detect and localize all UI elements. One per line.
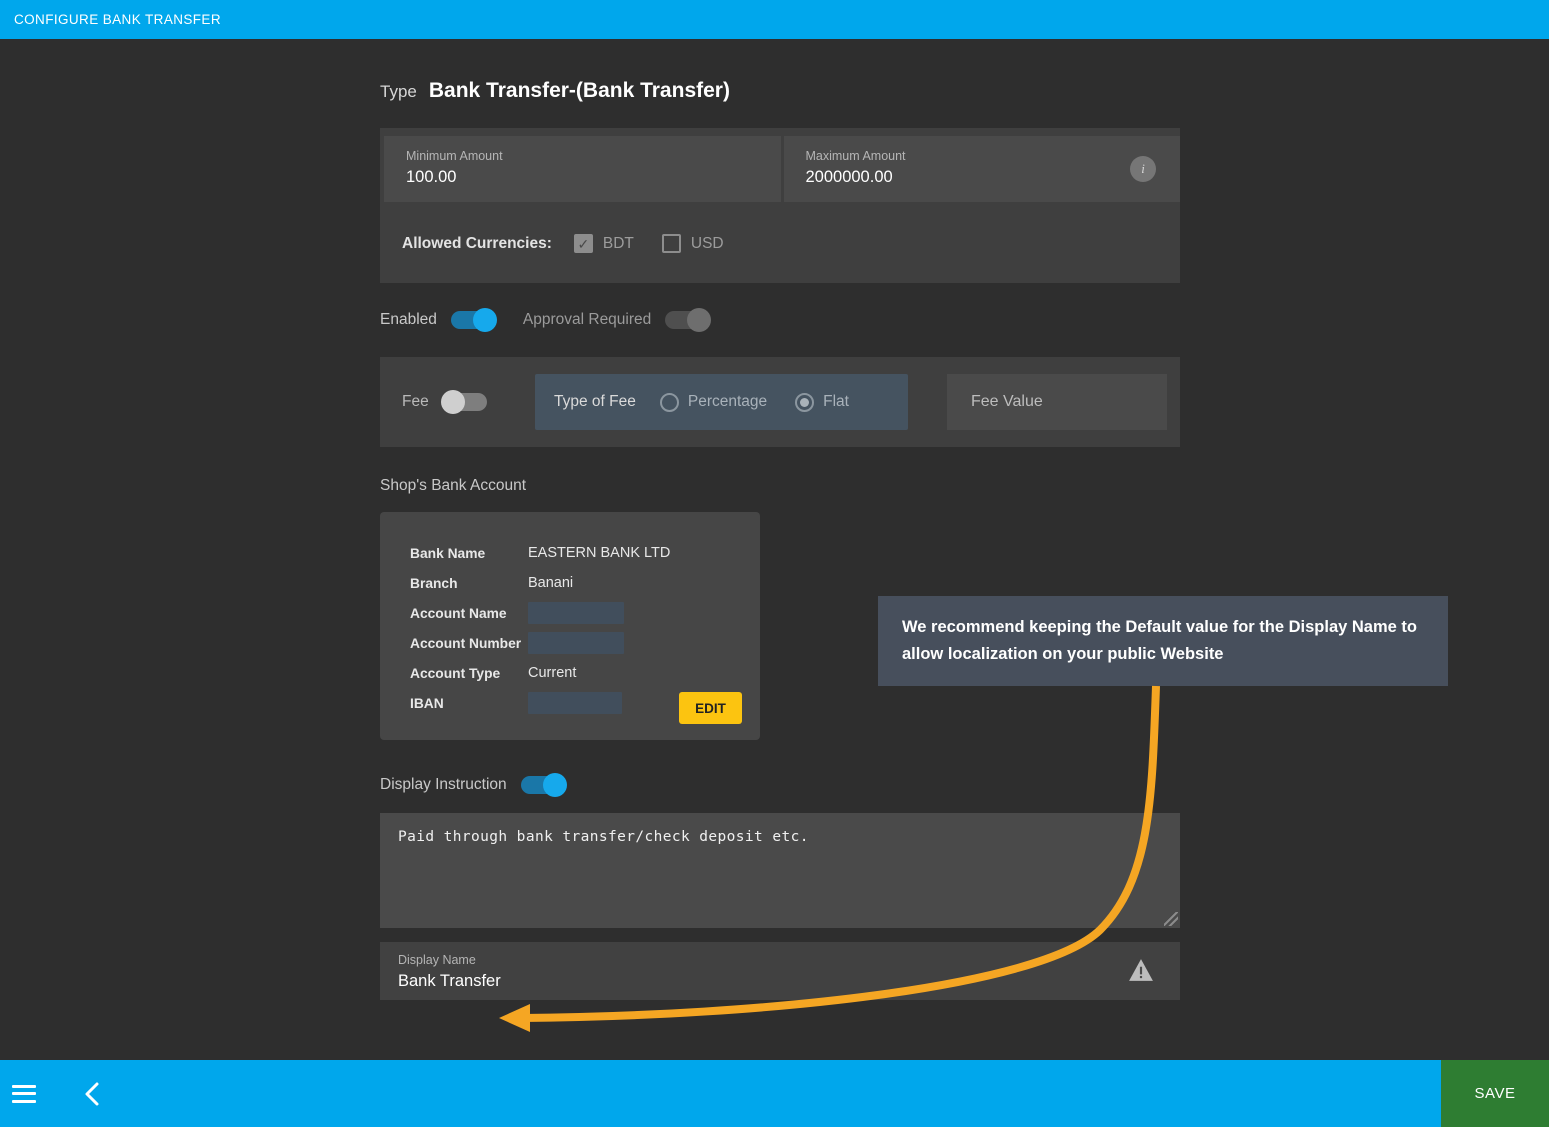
fee-label: Fee xyxy=(402,393,429,410)
hamburger-icon[interactable] xyxy=(12,1084,36,1103)
status-toggles-row: Enabled Approval Required xyxy=(380,308,1180,332)
amount-row: Minimum Amount 100.00 Maximum Amount 200… xyxy=(380,128,1180,202)
bank-name-value: EASTERN BANK LTD xyxy=(528,545,671,561)
checkbox-icon-checked[interactable]: ✓ xyxy=(573,234,593,253)
enabled-toggle[interactable] xyxy=(450,308,497,332)
table-row: Bank Name EASTERN BANK LTD xyxy=(380,538,760,568)
account-number-key: Account Number xyxy=(410,635,522,651)
account-name-key: Account Name xyxy=(410,605,507,621)
approval-required-label: Approval Required xyxy=(522,311,652,328)
fee-toggle[interactable] xyxy=(440,390,487,414)
bottom-toolbar: SAVE xyxy=(0,1060,1549,1127)
radio-icon-unselected[interactable] xyxy=(659,392,679,412)
edit-button[interactable]: EDIT xyxy=(679,692,742,724)
radio-label-flat: Flat xyxy=(823,393,849,410)
allowed-currencies-row: Allowed Currencies: ✓ BDT USD xyxy=(380,202,1180,283)
textarea-resize-handle[interactable] xyxy=(1164,912,1178,926)
fee-panel: Fee Type of Fee Percentage Flat Fee Valu… xyxy=(380,357,1180,447)
save-button[interactable]: SAVE xyxy=(1441,1060,1549,1127)
info-icon[interactable]: i xyxy=(1130,156,1156,182)
approval-required-toggle-knob xyxy=(687,308,712,332)
fee-value-placeholder: Fee Value xyxy=(971,393,1043,410)
allowed-currencies-label: Allowed Currencies: xyxy=(402,234,552,252)
radio-flat[interactable]: Flat xyxy=(795,392,849,412)
enabled-toggle-knob xyxy=(472,308,497,332)
minimum-amount-value: 100.00 xyxy=(406,168,457,186)
currency-checkbox-bdt[interactable]: ✓ BDT xyxy=(573,234,634,253)
window-title-bar: CONFIGURE BANK TRANSFER xyxy=(0,0,1549,39)
branch-value: Banani xyxy=(528,575,574,591)
currency-label-bdt: BDT xyxy=(602,234,634,252)
type-of-fee-label: Type of Fee xyxy=(554,393,636,410)
callout-tooltip: We recommend keeping the Default value f… xyxy=(878,596,1448,686)
branch-key: Branch xyxy=(410,575,458,591)
shops-bank-account-label: Shop's Bank Account xyxy=(380,477,527,494)
maximum-amount-label: Maximum Amount xyxy=(805,149,906,163)
display-instruction-text: Paid through bank transfer/check deposit… xyxy=(398,829,809,845)
bank-account-card: Bank Name EASTERN BANK LTD Branch Banani… xyxy=(380,512,760,740)
form-scroll-area: Type Bank Transfer-(Bank Transfer) Minim… xyxy=(0,39,1549,1072)
chevron-left-icon[interactable] xyxy=(81,1080,103,1108)
fee-value-field[interactable]: Fee Value xyxy=(947,374,1167,430)
table-row: Account Number xyxy=(380,628,760,658)
enabled-label: Enabled xyxy=(380,311,437,328)
account-type-key: Account Type xyxy=(410,665,501,681)
maximum-amount-value: 2000000.00 xyxy=(805,168,893,186)
callout-text: We recommend keeping the Default value f… xyxy=(902,618,1417,663)
display-instruction-textarea[interactable]: Paid through bank transfer/check deposit… xyxy=(380,813,1180,928)
minimum-amount-label: Minimum Amount xyxy=(406,149,503,163)
type-value: Bank Transfer-(Bank Transfer) xyxy=(428,79,730,102)
maximum-amount-field[interactable]: Maximum Amount 2000000.00 i xyxy=(783,136,1180,202)
checkbox-icon-unchecked[interactable] xyxy=(661,234,681,253)
display-name-field[interactable]: Display Name Bank Transfer xyxy=(380,942,1180,1000)
display-name-label: Display Name xyxy=(398,953,476,967)
warning-triangle-icon xyxy=(1129,959,1153,981)
radio-percentage[interactable]: Percentage xyxy=(659,392,768,412)
amounts-panel: Minimum Amount 100.00 Maximum Amount 200… xyxy=(380,128,1180,283)
form-column: Type Bank Transfer-(Bank Transfer) Minim… xyxy=(380,39,1180,1000)
bank-name-key: Bank Name xyxy=(410,545,486,561)
radio-icon-selected[interactable] xyxy=(795,392,815,412)
currency-checkbox-usd[interactable]: USD xyxy=(661,234,724,253)
type-row: Type Bank Transfer-(Bank Transfer) xyxy=(380,39,1180,103)
display-name-value: Bank Transfer xyxy=(398,972,501,990)
iban-key: IBAN xyxy=(410,695,444,711)
fee-toggle-knob xyxy=(440,390,465,414)
account-type-value: Current xyxy=(528,665,577,681)
display-instruction-label: Display Instruction xyxy=(380,776,507,793)
type-label: Type xyxy=(380,82,417,101)
radio-label-percentage: Percentage xyxy=(687,393,768,410)
account-name-redacted-value xyxy=(528,602,624,624)
currency-label-usd: USD xyxy=(690,234,724,252)
radio-dot xyxy=(800,397,810,407)
minimum-amount-field[interactable]: Minimum Amount 100.00 xyxy=(384,136,781,202)
table-row: Branch Banani xyxy=(380,568,760,598)
approval-required-toggle[interactable] xyxy=(665,308,712,332)
display-instruction-row: Display Instruction xyxy=(380,773,1180,797)
page-title: CONFIGURE BANK TRANSFER xyxy=(14,12,221,27)
display-instruction-toggle[interactable] xyxy=(520,773,567,797)
account-number-redacted-value xyxy=(528,632,624,654)
table-row: Account Name xyxy=(380,598,760,628)
type-of-fee-group: Type of Fee Percentage Flat xyxy=(535,374,908,430)
iban-redacted-value xyxy=(528,692,622,714)
configure-bank-transfer-page: CONFIGURE BANK TRANSFER Type Bank Transf… xyxy=(0,0,1549,1127)
fee-toggle-group: Fee xyxy=(380,390,535,414)
table-row: Account Type Current xyxy=(380,658,760,688)
display-instruction-toggle-knob xyxy=(542,773,567,797)
